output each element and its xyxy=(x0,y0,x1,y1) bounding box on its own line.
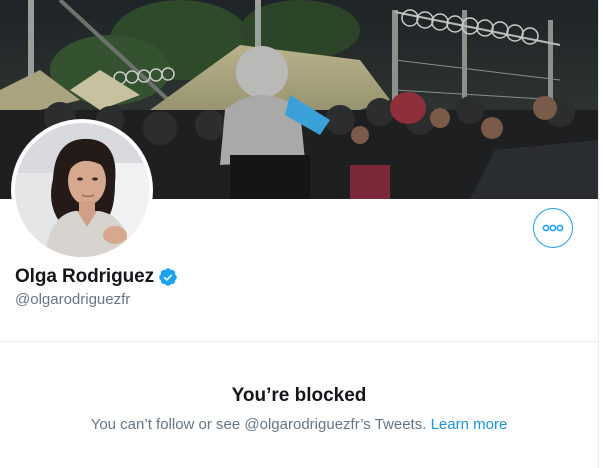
profile-avatar[interactable] xyxy=(11,119,153,261)
profile-name-row: Olga Rodriguez xyxy=(15,265,178,289)
blocked-title: You’re blocked xyxy=(231,385,367,406)
section-divider xyxy=(0,341,598,342)
verified-badge-icon xyxy=(158,267,178,287)
blocked-message-text: You can’t follow or see @olgarodriguezfr… xyxy=(90,416,427,433)
profile-handle: @olgarodriguezfr xyxy=(15,291,131,308)
more-horizontal-icon xyxy=(542,223,564,233)
blocked-message: You can’t follow or see @olgarodriguezfr… xyxy=(0,416,598,433)
learn-more-link[interactable]: Learn more xyxy=(431,416,508,433)
more-options-button[interactable] xyxy=(533,208,573,248)
column-border xyxy=(598,0,599,468)
profile-column: Olga Rodriguez @olgarodriguezfr You’re b… xyxy=(0,0,598,468)
profile-display-name: Olga Rodriguez xyxy=(15,266,154,287)
profile-page: Olga Rodriguez @olgarodriguezfr You’re b… xyxy=(0,0,603,468)
